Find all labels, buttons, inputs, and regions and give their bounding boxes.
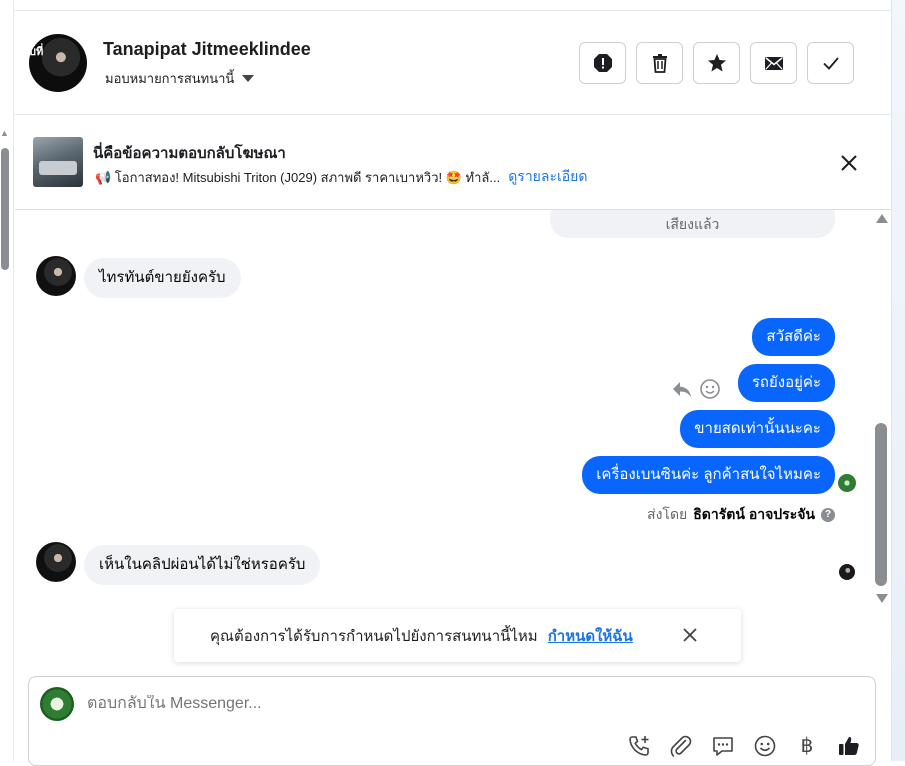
ad-banner-title: นี่คือข้อความตอบกลับโฆษณา (93, 145, 286, 162)
assign-label: มอบหมายการสนทนานี้ (105, 71, 235, 86)
message-bubble-cut: เสียงแล้ว (550, 210, 835, 238)
message-hover-tools (671, 378, 721, 400)
left-panel-edge (0, 0, 14, 761)
close-icon[interactable] (839, 153, 859, 173)
view-details-link[interactable]: ดูรายละเอียด (508, 166, 587, 188)
sender-avatar[interactable] (36, 542, 76, 582)
thumbs-up-icon[interactable] (837, 734, 861, 758)
caret-down-icon (242, 75, 255, 82)
left-scrollbar-thumb[interactable] (1, 148, 9, 270)
outgoing-message[interactable]: ขายสดเท่านั้นนะคะ (680, 410, 835, 448)
delete-button[interactable] (636, 42, 683, 84)
outgoing-message[interactable]: สวัสดีค่ะ (752, 318, 835, 356)
envelope-icon (764, 57, 783, 70)
saved-replies-icon[interactable] (711, 734, 735, 758)
conversation-header: บที่ Tanapipat Jitmeeklindee มอบหมายการส… (15, 10, 891, 115)
spam-icon (593, 54, 612, 72)
messenger-window: ▲ บที่ Tanapipat Jitmeeklindee มอบหมายกา… (0, 0, 905, 766)
seen-indicator-avatar (838, 474, 856, 492)
assign-to-me-prompt: คุณต้องการได้รับการกำหนดไปยังการสนทนานี้… (174, 609, 741, 662)
emoji-reaction-icon[interactable] (699, 378, 721, 400)
contact-avatar[interactable]: บที่ (29, 34, 87, 92)
sent-by-line: ส่งโดย ธิดารัตน์ อาจประจัน ? (647, 504, 835, 526)
scroll-down-icon[interactable] (876, 594, 888, 603)
contact-name[interactable]: Tanapipat Jitmeeklindee (103, 39, 311, 60)
trash-icon (652, 54, 667, 73)
reply-input[interactable] (87, 695, 787, 713)
incoming-message[interactable]: เห็นในคลิปผ่อนได้ไม่ใช่หรอครับ (84, 545, 321, 585)
reply-composer: ฿ (28, 676, 876, 766)
sent-by-prefix: ส่งโดย (647, 506, 688, 522)
sent-by-name: ธิดารัตน์ อาจประจัน (693, 506, 815, 522)
help-icon[interactable]: ? (821, 508, 835, 522)
chat-scrollbar-thumb[interactable] (875, 423, 887, 586)
right-panel-edge (891, 0, 905, 761)
header-actions (579, 42, 854, 84)
reply-icon[interactable] (671, 378, 693, 400)
check-icon (822, 57, 839, 70)
baht-payment-icon[interactable]: ฿ (795, 734, 819, 758)
mark-done-button[interactable] (807, 42, 854, 84)
outgoing-message[interactable]: เครื่องเบนซินค่ะ ลูกค้าสนใจไหมคะ (582, 456, 835, 494)
star-button[interactable] (693, 42, 740, 84)
mark-spam-button[interactable] (579, 42, 626, 84)
avatar-tag: บที่ (29, 46, 44, 58)
scroll-up-icon[interactable] (876, 214, 888, 223)
paperclip-icon[interactable] (669, 734, 693, 758)
page-avatar (40, 687, 74, 721)
message-thread[interactable]: เสียงแล้ว ไทรทันต์ขายยังครับ สวัสดีค่ะ ร… (15, 210, 871, 670)
emoji-icon[interactable] (753, 734, 777, 758)
incoming-message[interactable]: ไทรทันต์ขายยังครับ (84, 258, 241, 298)
assign-to-me-link[interactable]: กำหนดให้ฉัน (548, 624, 633, 648)
sender-avatar[interactable] (36, 256, 76, 296)
mark-unread-button[interactable] (750, 42, 797, 84)
ad-banner-description: 📢 โอกาสทอง! Mitsubishi Triton (J029) สภา… (95, 166, 587, 188)
ad-description-text: 📢 โอกาสทอง! Mitsubishi Triton (J029) สภา… (95, 169, 501, 185)
assign-conversation-dropdown[interactable]: มอบหมายการสนทนานี้ (105, 68, 255, 89)
ad-thumbnail[interactable] (33, 137, 83, 187)
star-icon (707, 54, 726, 72)
left-scroll-up-icon[interactable]: ▲ (0, 128, 10, 138)
outgoing-message[interactable]: รถยังอยู่ค่ะ (737, 364, 835, 402)
phone-add-icon[interactable] (627, 734, 651, 758)
assign-prompt-text: คุณต้องการได้รับการกำหนดไปยังการสนทนานี้… (210, 627, 538, 645)
close-icon[interactable] (681, 626, 699, 644)
read-receipt-avatar (839, 564, 855, 580)
composer-toolbar: ฿ (627, 734, 861, 758)
ad-reply-banner: นี่คือข้อความตอบกลับโฆษณา 📢 โอกาสทอง! Mi… (15, 115, 891, 210)
